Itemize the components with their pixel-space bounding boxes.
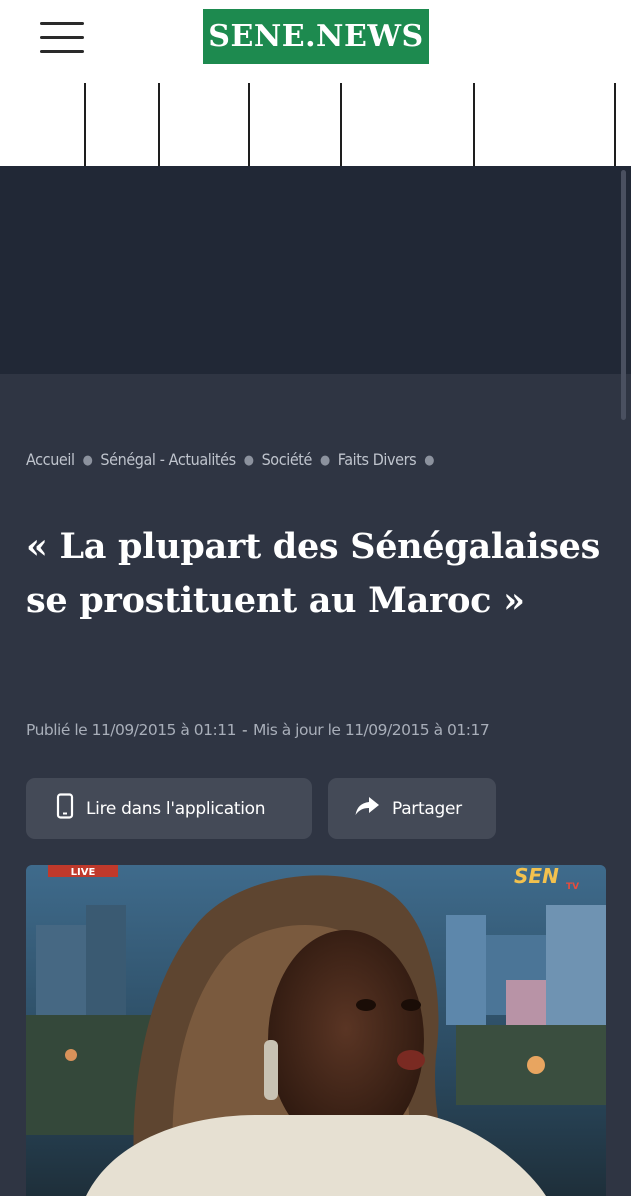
channel-logo-sub: TV [566, 882, 579, 892]
breadcrumb-item-faits-divers[interactable]: Faits Divers [338, 450, 417, 469]
scrollbar[interactable] [621, 170, 626, 420]
breadcrumb-item-societe[interactable]: Société [262, 450, 313, 469]
nav-divider [473, 83, 475, 166]
menu-bar [40, 36, 84, 39]
menu-bar [40, 50, 84, 53]
read-in-app-label: Lire dans l'application [86, 798, 266, 819]
hamburger-menu-icon[interactable] [40, 20, 84, 54]
nav-divider [614, 83, 616, 166]
breadcrumb-separator: ● [319, 453, 330, 468]
nav-strip [0, 80, 631, 166]
site-logo[interactable]: SENE.NEWS [203, 9, 429, 64]
share-label: Partager [392, 798, 462, 819]
ad-placeholder [0, 166, 631, 374]
published-date: Publié le 11/09/2015 à 01:11 [26, 721, 236, 739]
nav-divider [158, 83, 160, 166]
breadcrumb-item-senegal-actualites[interactable]: Sénégal - Actualités [100, 450, 236, 469]
menu-bar [40, 22, 84, 25]
article-title: « La plupart des Sénégalaises se prostit… [26, 526, 600, 621]
nav-divider [248, 83, 250, 166]
smartphone-icon [56, 793, 74, 824]
read-in-app-button[interactable]: Lire dans l'application [26, 778, 312, 839]
article-hero-image[interactable]: LIVE SEN TV [26, 865, 606, 1196]
hero-photo: LIVE SEN TV [26, 865, 606, 1196]
breadcrumb-separator: ● [424, 453, 435, 468]
nav-divider [340, 83, 342, 166]
share-arrow-icon [354, 796, 380, 821]
date-separator: - [241, 721, 248, 739]
updated-date: Mis à jour le 11/09/2015 à 01:17 [253, 721, 490, 739]
live-badge: LIVE [71, 867, 96, 878]
breadcrumb: Accueil ● Sénégal - Actualités ● Société ● Fai… [26, 450, 616, 476]
article-dates: Publié le 11/09/2015 à 01:11- Mis à jour … [26, 721, 626, 745]
breadcrumb-separator: ● [243, 453, 254, 468]
nav-divider [84, 83, 86, 166]
breadcrumb-item-accueil[interactable]: Accueil [26, 450, 75, 469]
share-button[interactable]: Partager [328, 778, 496, 839]
breadcrumb-separator: ● [82, 453, 93, 468]
top-header: SENE.NEWS [0, 0, 631, 80]
channel-logo: SEN [514, 865, 559, 888]
